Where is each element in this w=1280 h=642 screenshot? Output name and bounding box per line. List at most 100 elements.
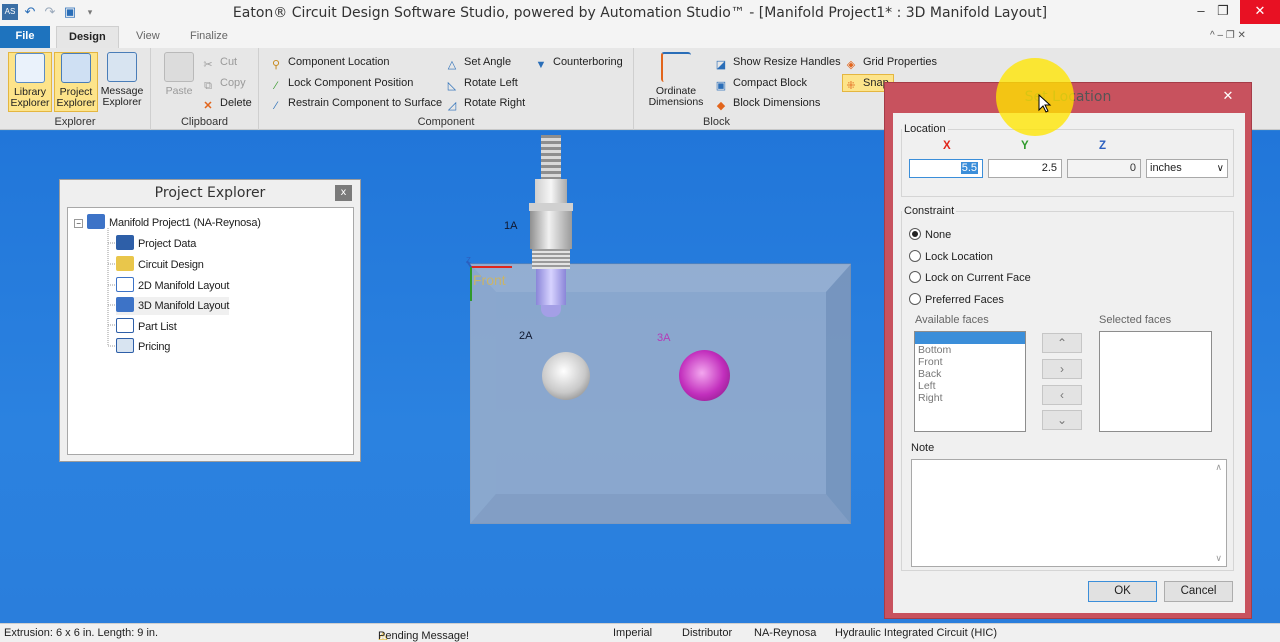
message-explorer-button[interactable]: Message Explorer (100, 52, 144, 112)
component-label-3a: 3A (657, 332, 671, 344)
radio-lock-on-current-face[interactable]: Lock on Current Face (909, 270, 1031, 286)
group-clipboard: Paste ✂ Cut ⧉ Copy ✕ Delete Clipboard (151, 48, 259, 130)
chevron-down-icon: ∨ (1216, 163, 1224, 174)
component-location-button[interactable]: ⚲ Component Location (269, 53, 390, 71)
tree-item-part-list[interactable]: Part List (116, 318, 177, 336)
chevron-down-icon: ⌄ (1056, 413, 1068, 427)
component-1a[interactable] (527, 135, 575, 327)
copy-button[interactable]: ⧉ Copy (201, 74, 246, 92)
axis-z-label: Z (466, 256, 471, 265)
component-label-2a: 2A (519, 330, 533, 342)
show-resize-handles-label: Show Resize Handles (733, 56, 841, 68)
tree-item-2d-manifold-layout[interactable]: 2D Manifold Layout (116, 277, 229, 295)
radio-preferred-faces[interactable]: Preferred Faces (909, 292, 1004, 308)
project-explorer-button[interactable]: Project Explorer (54, 52, 98, 112)
component-2a[interactable] (542, 352, 590, 400)
copy-label: Copy (220, 77, 246, 89)
tab-view[interactable]: View (124, 26, 172, 48)
set-location-dialog: Set Location ✕ Location X Y Z 5.5 2.5 0 … (884, 82, 1252, 619)
project-explorer-close-button[interactable]: x (335, 185, 352, 201)
restore-button[interactable]: ❐ (1208, 0, 1238, 24)
cut-button[interactable]: ✂ Cut (201, 53, 237, 71)
component-3a[interactable] (679, 350, 730, 401)
show-resize-handles-button[interactable]: ◪ Show Resize Handles (714, 53, 841, 71)
radio-lock-location-label: Lock Location (925, 251, 993, 263)
lock-component-position-button[interactable]: ⁄ Lock Component Position (269, 74, 413, 92)
rotate-left-label: Rotate Left (464, 77, 518, 89)
list-item[interactable]: Right (915, 392, 1025, 404)
move-down-button[interactable]: ⌄ (1042, 410, 1082, 430)
rotate-left-button[interactable]: ◺ Rotate Left (445, 74, 518, 92)
scroll-down-icon[interactable]: ∨ (1215, 553, 1222, 564)
collapse-toggle-icon[interactable]: − (74, 219, 83, 228)
z-location-input[interactable]: 0 (1067, 159, 1141, 178)
ordinate-dimensions-button[interactable]: Ordinate Dimensions (638, 52, 714, 112)
library-explorer-button[interactable]: Library Explorer (8, 52, 52, 112)
close-button[interactable]: ✕ (1240, 0, 1280, 24)
ok-button[interactable]: OK (1088, 581, 1157, 602)
cut-icon: ✂ (203, 59, 213, 71)
grid-properties-button[interactable]: ◈ Grid Properties (844, 53, 937, 71)
folder-icon (87, 214, 105, 229)
radio-none[interactable]: None (909, 227, 951, 243)
counterboring-button[interactable]: ▼ Counterboring (534, 53, 623, 71)
status-role: Distributor (682, 627, 733, 639)
radio-unchecked-icon (909, 271, 921, 283)
status-location: NA-Reynosa (754, 627, 817, 639)
radio-unchecked-icon (909, 293, 921, 305)
tree-item-label: Circuit Design (138, 259, 204, 271)
radio-none-label: None (925, 229, 952, 241)
ordinate-dimensions-icon (661, 52, 691, 82)
tree-item-label: 2D Manifold Layout (138, 280, 230, 292)
remove-face-button[interactable]: ‹ (1042, 385, 1082, 405)
cancel-button[interactable]: Cancel (1164, 581, 1233, 602)
restrain-component-button[interactable]: ⁄ Restrain Component to Surface (269, 94, 442, 112)
compact-block-button[interactable]: ▣ Compact Block (714, 74, 807, 92)
note-textarea[interactable]: ∧ ∨ (911, 459, 1227, 567)
tree-item-3d-manifold-layout[interactable]: 3D Manifold Layout (116, 297, 229, 315)
set-angle-button[interactable]: △ Set Angle (445, 53, 511, 71)
move-up-button[interactable]: ⌃ (1042, 333, 1082, 353)
radio-unchecked-icon (909, 250, 921, 262)
dialog-close-button[interactable]: ✕ (1215, 86, 1241, 106)
list-item[interactable]: Bottom (915, 344, 1025, 356)
block-dimensions-icon: ◆ (716, 100, 726, 112)
available-faces-list[interactable]: Top Bottom Front Back Left Right (914, 331, 1026, 432)
paste-button[interactable]: Paste (157, 52, 201, 112)
scroll-up-icon[interactable]: ∧ (1215, 462, 1222, 473)
tree-item-label: Part List (138, 321, 177, 333)
tab-finalize[interactable]: Finalize (178, 26, 240, 48)
list-item[interactable]: Left (915, 380, 1025, 392)
tree-item-project-data[interactable]: Project Data (116, 235, 196, 253)
compact-block-icon: ▣ (715, 80, 727, 92)
tree-item-pricing[interactable]: Pricing (116, 338, 170, 356)
radio-lock-location[interactable]: Lock Location (909, 249, 993, 265)
tree-root[interactable]: − Manifold Project1 (NA-Reynosa) (74, 214, 261, 232)
dialog-body: Location X Y Z 5.5 2.5 0 inches ∨ Constr… (893, 113, 1245, 613)
rotate-right-button[interactable]: ◿ Rotate Right (445, 94, 525, 112)
mouse-pointer-icon (1038, 94, 1052, 113)
rotate-right-label: Rotate Right (464, 97, 526, 109)
list-item[interactable]: Back (915, 368, 1025, 380)
set-angle-icon: △ (447, 59, 457, 71)
resize-handles-icon: ◪ (715, 59, 727, 71)
status-bar: Extrusion: 6 x 6 in. Length: 9 in. ⚠ Pend… (0, 623, 1280, 642)
add-face-button[interactable]: › (1042, 359, 1082, 379)
chevron-right-icon: › (1060, 362, 1064, 376)
grid-properties-label: Grid Properties (863, 56, 937, 68)
list-item[interactable]: Front (915, 356, 1025, 368)
delete-icon: ✕ (203, 100, 213, 112)
tab-design[interactable]: Design (56, 26, 119, 48)
y-location-input[interactable]: 2.5 (988, 159, 1062, 178)
block-dimensions-button[interactable]: ◆ Block Dimensions (714, 94, 821, 112)
x-location-input[interactable]: 5.5 (909, 159, 983, 178)
unit-select[interactable]: inches ∨ (1146, 159, 1228, 178)
group-explorer: Library Explorer Project Explorer Messag… (0, 48, 151, 130)
selected-faces-list[interactable] (1099, 331, 1212, 432)
delete-button[interactable]: ✕ Delete (201, 94, 251, 112)
tab-file[interactable]: File (0, 26, 50, 48)
list-item[interactable]: Top (915, 332, 1025, 344)
tree-item-circuit-design[interactable]: Circuit Design (116, 256, 204, 274)
ribbon-window-controls[interactable]: ^ – ❐ ✕ (1210, 30, 1246, 41)
project-data-icon (116, 235, 134, 250)
